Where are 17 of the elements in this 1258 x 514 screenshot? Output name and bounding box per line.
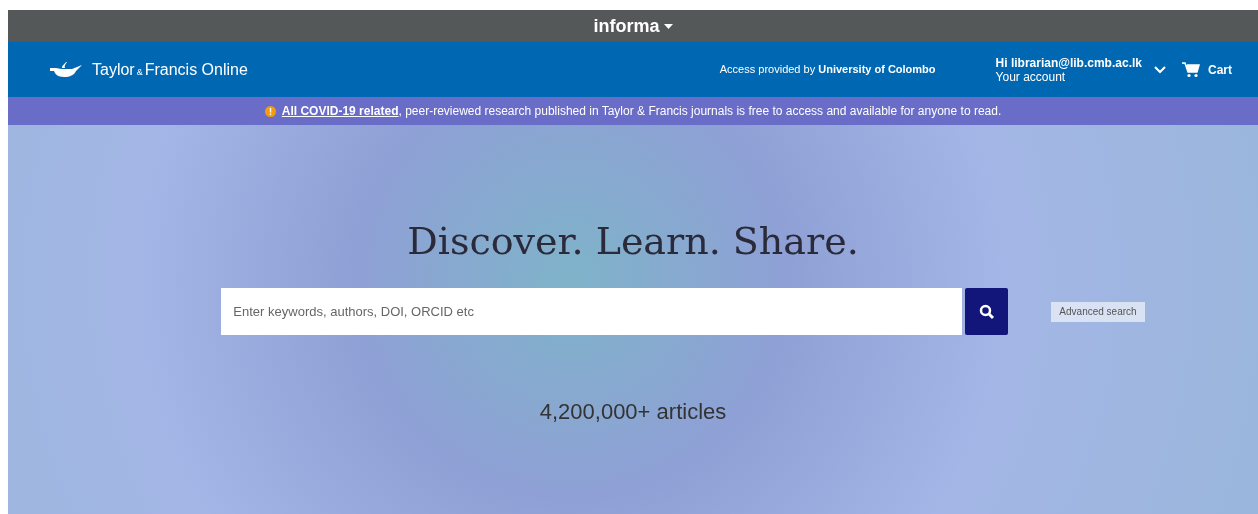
caret-icon: [663, 23, 673, 29]
informa-menu[interactable]: informa: [593, 12, 673, 40]
hero-heading: Discover. Learn. Share.: [407, 218, 859, 265]
chevron-down-icon: [1154, 65, 1166, 74]
search-icon: [978, 303, 995, 320]
article-count: 4,200,000+ articles: [539, 398, 727, 426]
site-logo[interactable]: Taylor&Francis Online: [48, 57, 248, 82]
alert-icon: [264, 105, 276, 117]
search-button[interactable]: [965, 288, 1009, 335]
lamp-icon: [48, 59, 84, 80]
access-notice: Access provided by University of Colombo: [719, 62, 936, 78]
banner-text: All COVID-19 related, peer-reviewed research published in Taylor & Francis journals is free to access and available for anyone to read.: [281, 103, 1002, 120]
account-menu[interactable]: Hi librarian@lib.cmb.ac.lk Your account: [995, 55, 1166, 84]
advanced-search-button[interactable]: Advanced search: [1051, 301, 1145, 322]
search-field[interactable]: Enter keywords, authors, DOI, ORCID etc: [221, 288, 963, 335]
cart-icon: [1182, 61, 1200, 78]
cart-link[interactable]: Cart: [1182, 60, 1232, 79]
